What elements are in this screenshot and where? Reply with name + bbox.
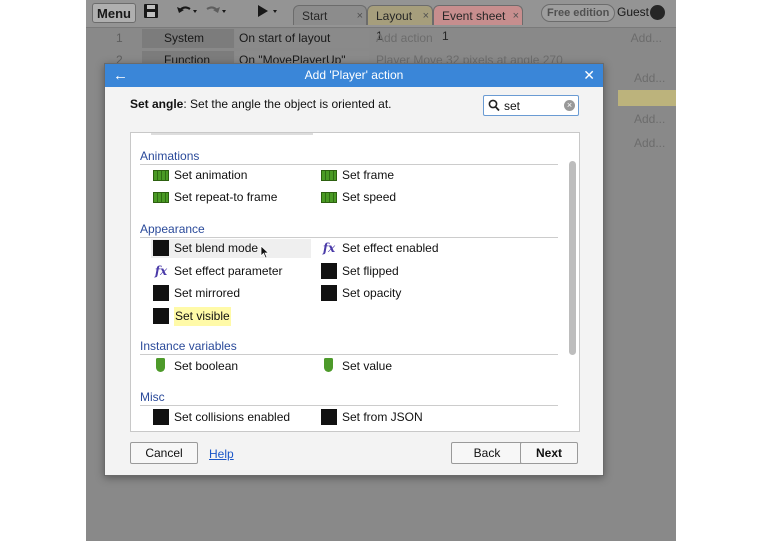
action-item-label: Set flipped xyxy=(342,264,399,278)
film-strip-icon xyxy=(153,170,169,181)
action-item-set-blend-mode[interactable]: Set blend mode xyxy=(151,239,311,258)
black-square-icon xyxy=(153,240,169,256)
section-heading-instance-variables: Instance variables xyxy=(140,339,558,355)
back-button[interactable]: Back xyxy=(451,442,523,464)
action-item-label: Set visible xyxy=(174,307,231,326)
section-heading-misc: Misc xyxy=(140,390,558,406)
close-icon[interactable]: ✕ xyxy=(583,64,595,87)
action-item-set-value[interactable]: Set value xyxy=(319,357,479,376)
action-item-label: Set boolean xyxy=(174,359,239,373)
action-item-set-boolean[interactable]: Set boolean xyxy=(151,357,311,376)
back-arrow-icon[interactable]: ← xyxy=(113,64,128,87)
action-item-label: Set mirrored xyxy=(174,286,241,300)
action-item-label: Set blend mode xyxy=(174,241,259,255)
action-item-label: Set collisions enabled xyxy=(174,410,291,424)
action-description: Set angle: Set the angle the object is o… xyxy=(130,97,392,111)
action-item-set-collisions-enabled[interactable]: Set collisions enabled xyxy=(151,408,311,427)
divider xyxy=(151,133,313,135)
search-icon xyxy=(488,99,500,112)
help-link[interactable]: Help xyxy=(209,447,234,461)
fx-icon: fx xyxy=(154,264,168,278)
film-strip-icon xyxy=(321,192,337,203)
action-item-set-opacity[interactable]: Set opacity xyxy=(319,284,479,303)
action-item-set-flipped[interactable]: Set flipped xyxy=(319,262,479,281)
variable-icon xyxy=(156,358,165,372)
clear-search-icon[interactable]: × xyxy=(564,100,575,111)
black-square-icon xyxy=(153,308,169,324)
scrollbar-thumb[interactable] xyxy=(569,161,576,355)
black-square-icon xyxy=(321,409,337,425)
action-item-label: Set value xyxy=(342,359,393,373)
action-description-text: : Set the angle the object is oriented a… xyxy=(183,97,392,111)
cancel-button[interactable]: Cancel xyxy=(130,442,198,464)
black-square-icon xyxy=(153,409,169,425)
dialog-titlebar: ← Add 'Player' action ✕ xyxy=(105,64,603,87)
black-square-icon xyxy=(321,285,337,301)
black-square-icon xyxy=(153,285,169,301)
action-item-set-effect-enabled[interactable]: fx Set effect enabled xyxy=(319,239,479,258)
variable-icon xyxy=(324,358,333,372)
section-heading-animations: Animations xyxy=(140,149,558,165)
action-name: Set angle xyxy=(130,97,184,111)
fx-icon: fx xyxy=(322,241,336,255)
search-box[interactable]: × xyxy=(483,95,579,116)
action-item-set-animation[interactable]: Set animation xyxy=(151,166,311,185)
add-action-dialog: ← Add 'Player' action ✕ Set angle: Set t… xyxy=(104,63,604,476)
action-item-label: Set from JSON xyxy=(342,410,423,424)
action-item-set-frame[interactable]: Set frame xyxy=(319,166,479,185)
action-item-label: Set animation xyxy=(174,168,248,182)
action-item-set-visible[interactable]: Set visible xyxy=(151,307,311,326)
action-item-label: Set opacity xyxy=(342,286,402,300)
action-item-set-speed[interactable]: Set speed xyxy=(319,188,479,207)
action-item-label: Set frame xyxy=(342,168,395,182)
section-heading-appearance: Appearance xyxy=(140,222,558,238)
action-item-label: Set repeat-to frame xyxy=(174,190,278,204)
action-list: Animations Set animation Set frame Set r… xyxy=(130,132,580,432)
action-item-label: Set speed xyxy=(342,190,397,204)
action-item-label: Set effect parameter xyxy=(174,264,283,278)
action-item-set-from-json[interactable]: Set from JSON xyxy=(319,408,479,427)
action-item-set-effect-parameter[interactable]: fx Set effect parameter xyxy=(151,262,311,281)
scrollbar[interactable] xyxy=(566,133,578,431)
dialog-title: Add 'Player' action xyxy=(304,68,404,82)
action-item-set-mirrored[interactable]: Set mirrored xyxy=(151,284,311,303)
action-item-set-repeat-to-frame[interactable]: Set repeat-to frame xyxy=(151,188,311,207)
search-input[interactable] xyxy=(502,97,562,114)
film-strip-icon xyxy=(321,170,337,181)
next-button[interactable]: Next xyxy=(520,442,578,464)
mouse-cursor-icon xyxy=(260,245,270,259)
film-strip-icon xyxy=(153,192,169,203)
action-item-label: Set effect enabled xyxy=(342,241,439,255)
black-square-icon xyxy=(321,263,337,279)
